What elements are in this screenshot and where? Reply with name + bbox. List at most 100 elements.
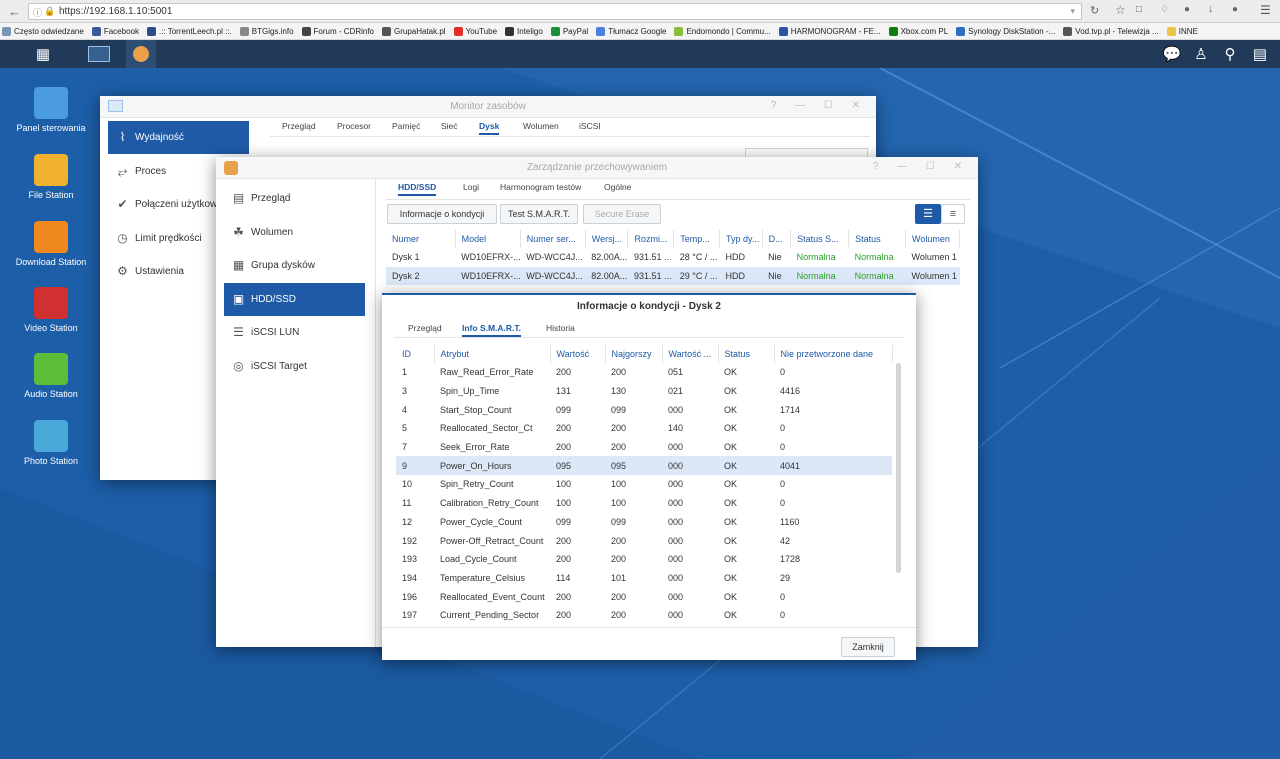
bookmark-item[interactable]: Tłumacz Google [594, 23, 666, 39]
disk-column-header[interactable]: Wersj... [585, 230, 629, 248]
notifications-icon[interactable]: 💬 [1158, 40, 1186, 68]
resource-monitor-taskbar-icon[interactable] [85, 40, 113, 68]
storage-action-button[interactable]: Test S.M.A.R.T. [500, 204, 578, 224]
smart-column-header[interactable]: Wartość ... [662, 345, 719, 363]
download-icon[interactable]: ↓ [1208, 3, 1214, 15]
smart-column-header[interactable]: Wartość [550, 345, 606, 363]
monitor-tab[interactable]: Dysk [479, 117, 500, 135]
disk-column-header[interactable]: Model [455, 230, 521, 248]
window-controls[interactable]: ? — ☐ ✕ [873, 161, 970, 172]
health-tab[interactable]: Przegląd [408, 319, 442, 337]
health-tab[interactable]: Historia [546, 319, 575, 337]
disk-column-header[interactable]: Status S... [790, 230, 850, 248]
bookmark-item[interactable]: Xbox.com PL [887, 23, 948, 39]
monitor-tab[interactable]: iSCSI [579, 117, 601, 135]
disk-column-header[interactable]: Numer ser... [520, 230, 586, 248]
smart-row[interactable]: 5 Reallocated_Sector_Ct 200 200 140 OK 0 [396, 419, 892, 438]
disk-column-header[interactable]: Numer [386, 230, 456, 248]
bookmark-item[interactable]: YouTube [452, 23, 497, 39]
desktop-icon-download-station[interactable]: Download Station [6, 221, 96, 267]
disk-column-header[interactable]: Rozmi... [627, 230, 675, 248]
smart-row[interactable]: 197 Current_Pending_Sector 200 200 000 OK 0 [396, 606, 892, 625]
bookmark-item[interactable]: Inteligo [503, 23, 543, 39]
extension-icon[interactable]: ● [1184, 4, 1190, 15]
monitor-tab[interactable]: Procesor [337, 117, 371, 135]
smart-row[interactable]: 194 Temperature_Celsius 114 101 000 OK 29 [396, 569, 892, 588]
list-view-icon[interactable]: ☰ [915, 204, 941, 224]
detail-view-icon[interactable]: ≡ [941, 204, 965, 224]
storage-tab[interactable]: Harmonogram testów [500, 178, 581, 196]
smart-row[interactable]: 192 Power-Off_Retract_Count 200 200 000 OK 42 [396, 531, 892, 550]
bookmark-item[interactable]: Forum - CDRinfo [300, 23, 374, 39]
smart-row[interactable]: 193 Load_Cycle_Count 200 200 000 OK 1728 [396, 550, 892, 569]
smart-row[interactable]: 9 Power_On_Hours 095 095 000 OK 4041 [396, 456, 892, 476]
dropdown-arrow-icon[interactable]: ▾ [1070, 6, 1075, 17]
desktop-icon-video-station[interactable]: Video Station [6, 287, 96, 333]
smart-row[interactable]: 12 Power_Cycle_Count 099 099 000 OK 1160 [396, 513, 892, 532]
desktop-icon-audio-station[interactable]: Audio Station [6, 353, 96, 399]
storage-side-item[interactable]: ▣ HDD/SSD [224, 282, 365, 316]
storage-side-item[interactable]: ▤ Przegląd [224, 182, 365, 215]
storage-side-item[interactable]: ▦ Grupa dysków [224, 249, 365, 282]
disk-column-header[interactable]: Temp... [673, 230, 720, 248]
addon-icon[interactable]: ● [1232, 4, 1238, 15]
health-tab[interactable]: Info S.M.A.R.T. [462, 319, 522, 337]
reload-icon[interactable]: ↻ [1090, 4, 1099, 17]
storage-manager-taskbar-icon[interactable] [126, 40, 156, 68]
window-controls[interactable]: ? — ☐ ✕ [771, 100, 868, 111]
widgets-icon[interactable]: ▤ [1246, 40, 1274, 68]
bookmark-item[interactable]: BTGigs.info [238, 23, 294, 39]
smart-column-header[interactable]: Atrybut [434, 345, 551, 363]
disk-row[interactable]: Dysk 1 WD10EFRX-... WD-WCC4J... 82.00A... 93… [386, 248, 960, 267]
storage-action-button[interactable]: Informacje o kondycji [387, 204, 497, 224]
smart-row[interactable]: 7 Seek_Error_Rate 200 200 000 OK 0 [396, 438, 892, 457]
bookmark-item[interactable]: HARMONOGRAM - FE... [777, 23, 881, 39]
clipboard-icon[interactable]: □ [1136, 4, 1142, 15]
smart-row[interactable]: 11 Calibration_Retry_Count 100 100 000 OK 0 [396, 494, 892, 513]
desktop-icon-panel-sterowania[interactable]: Panel sterowania [6, 87, 96, 133]
user-icon[interactable]: ♙ [1187, 40, 1215, 68]
smart-row[interactable]: 3 Spin_Up_Time 131 130 021 OK 4416 [396, 382, 892, 401]
main-menu-icon[interactable]: ▦ [29, 40, 57, 68]
bookmark-item[interactable]: INNE [1165, 23, 1198, 39]
disk-column-header[interactable]: Status [848, 230, 907, 248]
smart-column-header[interactable]: ID [396, 345, 435, 363]
smart-row[interactable]: 10 Spin_Retry_Count 100 100 000 OK 0 [396, 475, 892, 494]
scrollbar[interactable] [896, 363, 901, 573]
info-icon[interactable]: ⓘ [33, 6, 42, 19]
smart-column-header[interactable]: Status [718, 345, 775, 363]
disk-column-header[interactable]: Wolumen [905, 230, 960, 248]
bookmark-item[interactable]: Często odwiedzane [0, 23, 84, 39]
storage-side-item[interactable]: ◎ iSCSI Target [224, 350, 365, 383]
search-icon[interactable]: ⚲ [1216, 40, 1244, 68]
monitor-tab[interactable]: Sieć [441, 117, 458, 135]
disk-column-header[interactable]: Typ dy... [719, 230, 763, 248]
disk-row[interactable]: Dysk 2 WD10EFRX-... WD-WCC4J... 82.00A... 93… [386, 266, 960, 286]
health-info-dialog[interactable]: Informacje o kondycji - Dysk 2 Przegląd I… [382, 293, 916, 660]
smart-column-header[interactable]: Nie przetworzone dane [774, 345, 893, 363]
monitor-tab[interactable]: Pamięć [392, 117, 420, 135]
bookmark-item[interactable]: GrupaHatak.pl [380, 23, 446, 39]
desktop-icon-photo-station[interactable]: Photo Station [6, 420, 96, 466]
bookmark-item[interactable]: Synology DiskStation -... [954, 23, 1055, 39]
storage-tab[interactable]: Logi [463, 178, 479, 196]
smart-row[interactable]: 1 Raw_Read_Error_Rate 200 200 051 OK 0 [396, 363, 892, 382]
bookmark-item[interactable]: PayPal [549, 23, 588, 39]
bookmark-item[interactable]: Vod.tvp.pl - Telewizja ... [1061, 23, 1159, 39]
bookmark-star-icon[interactable]: ☆ [1115, 3, 1126, 17]
bookmark-item[interactable]: Facebook [90, 23, 139, 39]
monitor-tab[interactable]: Przegląd [282, 117, 316, 135]
smart-column-header[interactable]: Najgorszy [605, 345, 663, 363]
storage-side-item[interactable]: ☘ Wolumen [224, 216, 365, 249]
close-button[interactable]: Zamknij [841, 637, 895, 657]
bookmark-item[interactable]: .:: TorrentLeech.pl ::. [145, 23, 232, 39]
smart-row[interactable]: 4 Start_Stop_Count 099 099 000 OK 1714 [396, 400, 892, 419]
storage-tab[interactable]: Ogólne [604, 178, 631, 196]
back-icon[interactable]: ← [8, 4, 21, 19]
desktop-icon-file-station[interactable]: File Station [6, 154, 96, 200]
bookmark-item[interactable]: Endomondo | Commu... [672, 23, 771, 39]
disk-column-header[interactable]: D... [762, 230, 792, 248]
address-bar[interactable]: ⓘ 🔒 https://192.168.1.10:5001 ▾ [28, 3, 1082, 20]
storage-tab[interactable]: HDD/SSD [398, 178, 437, 196]
menu-icon[interactable]: ☰ [1260, 3, 1271, 17]
